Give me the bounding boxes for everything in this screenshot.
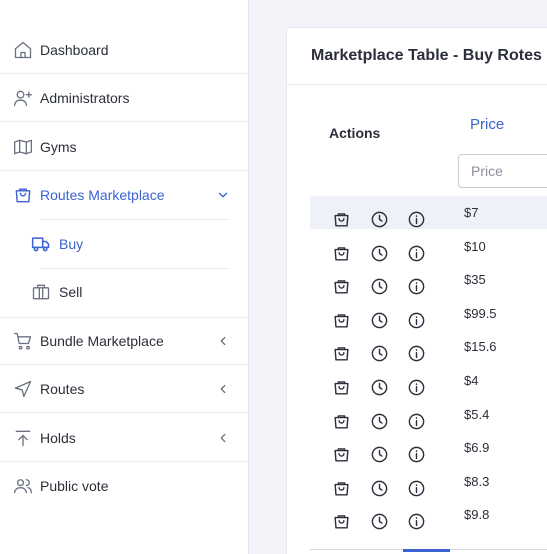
price-cell: $8.3 bbox=[464, 473, 490, 489]
divider bbox=[287, 84, 547, 85]
clock-icon[interactable] bbox=[370, 244, 389, 263]
sidebar-item-administrators[interactable]: Administrators bbox=[0, 74, 249, 122]
table-row: $7 bbox=[310, 196, 547, 229]
clock-icon[interactable] bbox=[370, 311, 389, 330]
shopping-bag-icon[interactable] bbox=[332, 344, 351, 363]
users-icon bbox=[13, 476, 33, 496]
price-cell: $15.6 bbox=[464, 339, 497, 355]
user-plus-icon bbox=[13, 88, 33, 108]
sidebar: Dashboard Administrators Gyms Routes Mar… bbox=[0, 0, 249, 554]
info-icon[interactable] bbox=[407, 277, 426, 296]
sidebar-item-label: Holds bbox=[40, 429, 76, 446]
clock-icon[interactable] bbox=[370, 210, 389, 229]
price-cell: $9.8 bbox=[464, 507, 490, 523]
table-row: $4 bbox=[310, 364, 547, 397]
price-cell: $4 bbox=[464, 373, 479, 388]
clock-icon[interactable] bbox=[370, 344, 389, 363]
sidebar-subitem-label: Sell bbox=[59, 284, 83, 300]
shopping-bag-icon[interactable] bbox=[332, 277, 351, 296]
navigation-icon bbox=[13, 379, 33, 399]
table-row: $8.3 bbox=[310, 465, 547, 498]
column-header-actions: Actions bbox=[329, 125, 381, 141]
pagination-active-page[interactable] bbox=[403, 549, 450, 552]
sidebar-item-holds[interactable]: Holds bbox=[0, 414, 249, 462]
sidebar-item-label: Gyms bbox=[40, 138, 77, 155]
info-icon[interactable] bbox=[407, 244, 426, 263]
sidebar-item-gyms[interactable]: Gyms bbox=[0, 123, 249, 171]
clock-icon[interactable] bbox=[370, 445, 389, 464]
truck-icon bbox=[31, 234, 51, 254]
shopping-bag-icon[interactable] bbox=[332, 244, 351, 263]
info-icon[interactable] bbox=[407, 378, 426, 397]
sidebar-item-label: Administrators bbox=[40, 89, 130, 106]
chevron-down-icon bbox=[216, 188, 230, 202]
sidebar-item-label: Routes bbox=[40, 380, 85, 397]
briefcase-icon bbox=[31, 282, 51, 302]
shopping-bag-icon[interactable] bbox=[332, 311, 351, 330]
sidebar-item-label: Public vote bbox=[40, 478, 109, 494]
table-row: $35 bbox=[310, 263, 547, 296]
table-row: $5.4 bbox=[310, 398, 547, 431]
price-cell: $99.5 bbox=[464, 305, 497, 321]
info-icon[interactable] bbox=[407, 412, 426, 431]
shopping-bag-icon[interactable] bbox=[332, 512, 351, 531]
sidebar-subitem-sell[interactable]: Sell bbox=[0, 268, 249, 316]
sidebar-item-label: Bundle Marketplace bbox=[40, 333, 164, 349]
table-row: $10 bbox=[310, 230, 547, 263]
clock-icon[interactable] bbox=[370, 412, 389, 431]
sidebar-subitem-buy[interactable]: Buy bbox=[0, 220, 249, 268]
sidebar-item-bundle-marketplace[interactable]: Bundle Marketplace bbox=[0, 317, 249, 365]
chevron-left-icon bbox=[216, 431, 230, 445]
clock-icon[interactable] bbox=[370, 479, 389, 498]
price-cell: $6.9 bbox=[464, 440, 490, 456]
upload-icon bbox=[13, 428, 33, 448]
table-row: $9.8 bbox=[310, 498, 547, 531]
page-title: Marketplace Table - Buy Rotes bbox=[311, 47, 542, 64]
shopping-bag-icon[interactable] bbox=[332, 479, 351, 498]
table-row: $6.9 bbox=[310, 431, 547, 464]
column-header-price[interactable]: Price bbox=[470, 116, 504, 133]
table-row: $15.6 bbox=[310, 330, 547, 363]
info-icon[interactable] bbox=[407, 445, 426, 464]
clock-icon[interactable] bbox=[370, 277, 389, 296]
shopping-bag-icon bbox=[13, 185, 33, 205]
sidebar-item-label: Routes Marketplace bbox=[40, 187, 165, 203]
shopping-bag-icon[interactable] bbox=[332, 378, 351, 397]
price-cell: $10 bbox=[464, 238, 486, 254]
shopping-bag-icon[interactable] bbox=[332, 210, 351, 229]
sidebar-item-dashboard[interactable]: Dashboard bbox=[0, 26, 249, 74]
price-filter-input[interactable] bbox=[458, 154, 547, 188]
clock-icon[interactable] bbox=[370, 378, 389, 397]
price-cell: $7 bbox=[464, 205, 479, 220]
info-icon[interactable] bbox=[407, 512, 426, 531]
shopping-bag-icon[interactable] bbox=[332, 445, 351, 464]
price-cell: $35 bbox=[464, 272, 486, 288]
chevron-left-icon bbox=[216, 334, 230, 348]
sidebar-item-public-vote[interactable]: Public vote bbox=[0, 462, 249, 510]
clock-icon[interactable] bbox=[370, 512, 389, 531]
info-icon[interactable] bbox=[407, 210, 426, 229]
table-row: $99.5 bbox=[310, 297, 547, 330]
price-cell: $5.4 bbox=[464, 406, 490, 422]
sidebar-item-routes-marketplace[interactable]: Routes Marketplace bbox=[0, 171, 249, 219]
shopping-bag-icon[interactable] bbox=[332, 412, 351, 431]
sidebar-item-routes[interactable]: Routes bbox=[0, 365, 249, 413]
sidebar-subitem-label: Buy bbox=[59, 236, 84, 252]
shopping-cart-icon bbox=[13, 331, 33, 351]
info-icon[interactable] bbox=[407, 479, 426, 498]
info-icon[interactable] bbox=[407, 311, 426, 330]
map-icon bbox=[13, 137, 33, 157]
info-icon[interactable] bbox=[407, 344, 426, 363]
chevron-left-icon bbox=[216, 382, 230, 396]
sidebar-item-label: Dashboard bbox=[40, 41, 109, 58]
home-icon bbox=[13, 40, 33, 60]
